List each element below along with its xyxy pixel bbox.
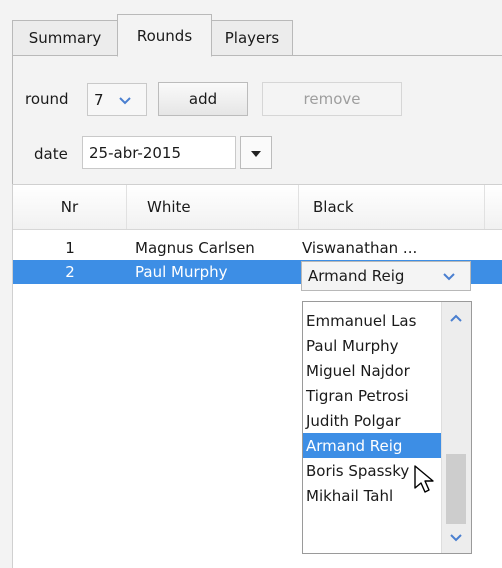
dropdown-scroll-thumb[interactable] — [446, 454, 466, 524]
column-header-white-label: White — [147, 198, 191, 216]
dropdown-option[interactable]: Paul Murphy — [303, 333, 442, 358]
round-select[interactable]: 7 — [87, 83, 147, 116]
chevron-down-icon — [442, 271, 456, 281]
date-field[interactable]: 25-abr-2015 — [82, 136, 236, 169]
column-header-black-label: Black — [313, 198, 354, 216]
black-player-dropdown-list[interactable]: Emmanuel Las Paul Murphy Miguel Najdor T… — [302, 301, 472, 554]
tab-players[interactable]: Players — [211, 20, 293, 56]
add-round-button[interactable]: add — [158, 82, 248, 116]
add-round-label: add — [188, 90, 218, 108]
scroll-down-icon[interactable] — [446, 528, 466, 548]
cell-white: Paul Murphy — [135, 263, 228, 281]
tab-summary[interactable]: Summary — [12, 20, 118, 56]
date-label: date — [34, 145, 68, 163]
column-header-nr[interactable]: Nr — [13, 185, 127, 229]
dropdown-option[interactable]: Emmanuel Las — [303, 308, 442, 333]
column-header-black[interactable]: Black — [299, 185, 485, 229]
remove-round-button[interactable]: remove — [262, 82, 402, 116]
dropdown-option[interactable]: Judith Polgar — [303, 408, 442, 433]
round-label: round — [25, 90, 69, 108]
tab-players-label: Players — [224, 29, 280, 47]
date-picker-button[interactable] — [240, 136, 272, 169]
cell-nr: 2 — [65, 263, 75, 281]
tab-rounds[interactable]: Rounds — [117, 14, 212, 57]
calendar-dropdown-icon — [250, 144, 262, 162]
dropdown-option-selected[interactable]: Armand Reig — [303, 433, 442, 458]
scroll-up-icon[interactable] — [446, 308, 466, 328]
column-header-white[interactable]: White — [127, 185, 299, 229]
dropdown-option[interactable]: Tigran Petrosi — [303, 383, 442, 408]
table-header: Nr White Black — [13, 185, 502, 230]
round-select-value: 7 — [94, 90, 104, 109]
date-value: 25-abr-2015 — [89, 143, 182, 162]
tab-summary-label: Summary — [28, 29, 102, 47]
tab-bar: Summary Rounds Players — [0, 0, 502, 57]
cell-white: Magnus Carlsen — [135, 239, 255, 257]
black-player-select-value: Armand Reig — [308, 267, 405, 285]
dropdown-option[interactable]: Miguel Najdor — [303, 358, 442, 383]
mouse-pointer-icon — [413, 464, 437, 496]
remove-round-label: remove — [303, 90, 361, 108]
tab-rounds-label: Rounds — [136, 26, 193, 45]
column-header-nr-label: Nr — [60, 198, 79, 216]
dropdown-scrollbar[interactable] — [441, 302, 471, 553]
cell-black: Viswanathan ... — [302, 239, 418, 257]
black-player-select[interactable]: Armand Reig — [301, 261, 471, 291]
chevron-down-icon — [118, 95, 132, 105]
cell-nr: 1 — [65, 239, 75, 257]
table-row[interactable]: 1 Magnus Carlsen Viswanathan ... — [13, 236, 502, 260]
